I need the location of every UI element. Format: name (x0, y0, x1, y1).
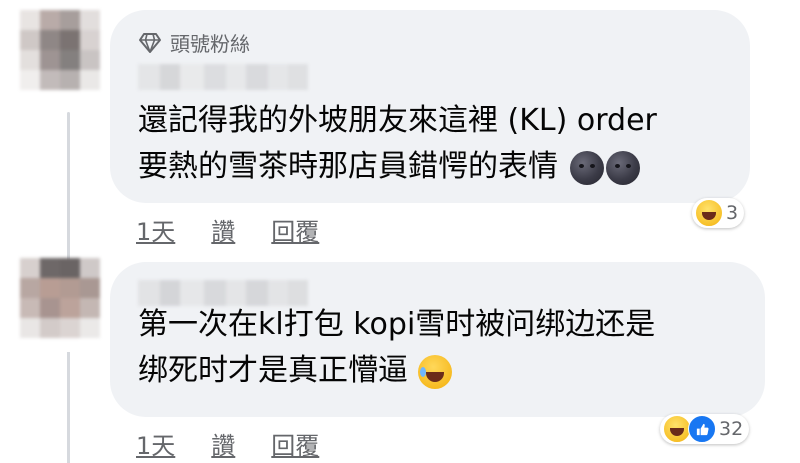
comment-line: 還記得我的外坡朋友來這裡 (KL) order (138, 103, 657, 138)
comment-line: 绑死时才是真正懵逼 (138, 348, 655, 394)
like-reaction-icon (688, 415, 716, 443)
comment-body: 第一次在kl打包 kopi雪时被问绑边还是 绑死时才是真正懵逼 (138, 302, 655, 394)
face-with-tears-of-joy-icon (417, 354, 452, 389)
author-name[interactable] (138, 64, 308, 90)
reaction-summary[interactable]: 32 (660, 414, 750, 444)
comment-bubble: 第一次在kl打包 kopi雪时被问绑边还是 绑死时才是真正懵逼 (110, 262, 765, 417)
timestamp-link[interactable]: 1天 (136, 212, 175, 247)
new-moon-face-icon (605, 150, 640, 185)
new-moon-face-icon (569, 150, 604, 185)
reply-link[interactable]: 回覆 (271, 212, 319, 247)
timestamp-link[interactable]: 1天 (136, 426, 175, 461)
like-link[interactable]: 讚 (211, 212, 235, 247)
comment-line-text: 绑死时才是真正懵逼 (138, 353, 408, 388)
haha-reaction-icon (695, 199, 723, 227)
comment-thread: 頭號粉絲 還記得我的外坡朋友來這裡 (KL) order 要熱的雪茶時那店員錯愕… (0, 0, 800, 463)
comment-line: 要熱的雪茶時那店員錯愕的表情 (138, 144, 657, 190)
avatar[interactable] (20, 10, 100, 90)
reaction-count: 32 (719, 418, 744, 440)
avatar[interactable] (20, 258, 100, 338)
like-link[interactable]: 讚 (211, 426, 235, 461)
haha-reaction-icon (663, 415, 691, 443)
reply-link[interactable]: 回覆 (271, 426, 319, 461)
comment-line-text: 要熱的雪茶時那店員錯愕的表情 (138, 149, 558, 184)
badge-label: 頭號粉絲 (170, 32, 250, 56)
top-fan-badge[interactable]: 頭號粉絲 (138, 28, 250, 57)
comment-bubble: 頭號粉絲 還記得我的外坡朋友來這裡 (KL) order 要熱的雪茶時那店員錯愕… (110, 10, 750, 203)
diamond-icon (139, 32, 161, 53)
reaction-summary[interactable]: 3 (692, 198, 745, 228)
comment-line: 第一次在kl打包 kopi雪时被问绑边还是 (138, 307, 656, 342)
thread-line (67, 352, 70, 463)
reaction-count: 3 (726, 202, 739, 224)
comment-body: 還記得我的外坡朋友來這裡 (KL) order 要熱的雪茶時那店員錯愕的表情 (138, 98, 657, 190)
comment-actions: 1天 讚 回覆 (136, 426, 319, 461)
thread-line (67, 112, 70, 262)
comment-actions: 1天 讚 回覆 (136, 212, 319, 247)
thumbs-up-icon (696, 423, 709, 435)
